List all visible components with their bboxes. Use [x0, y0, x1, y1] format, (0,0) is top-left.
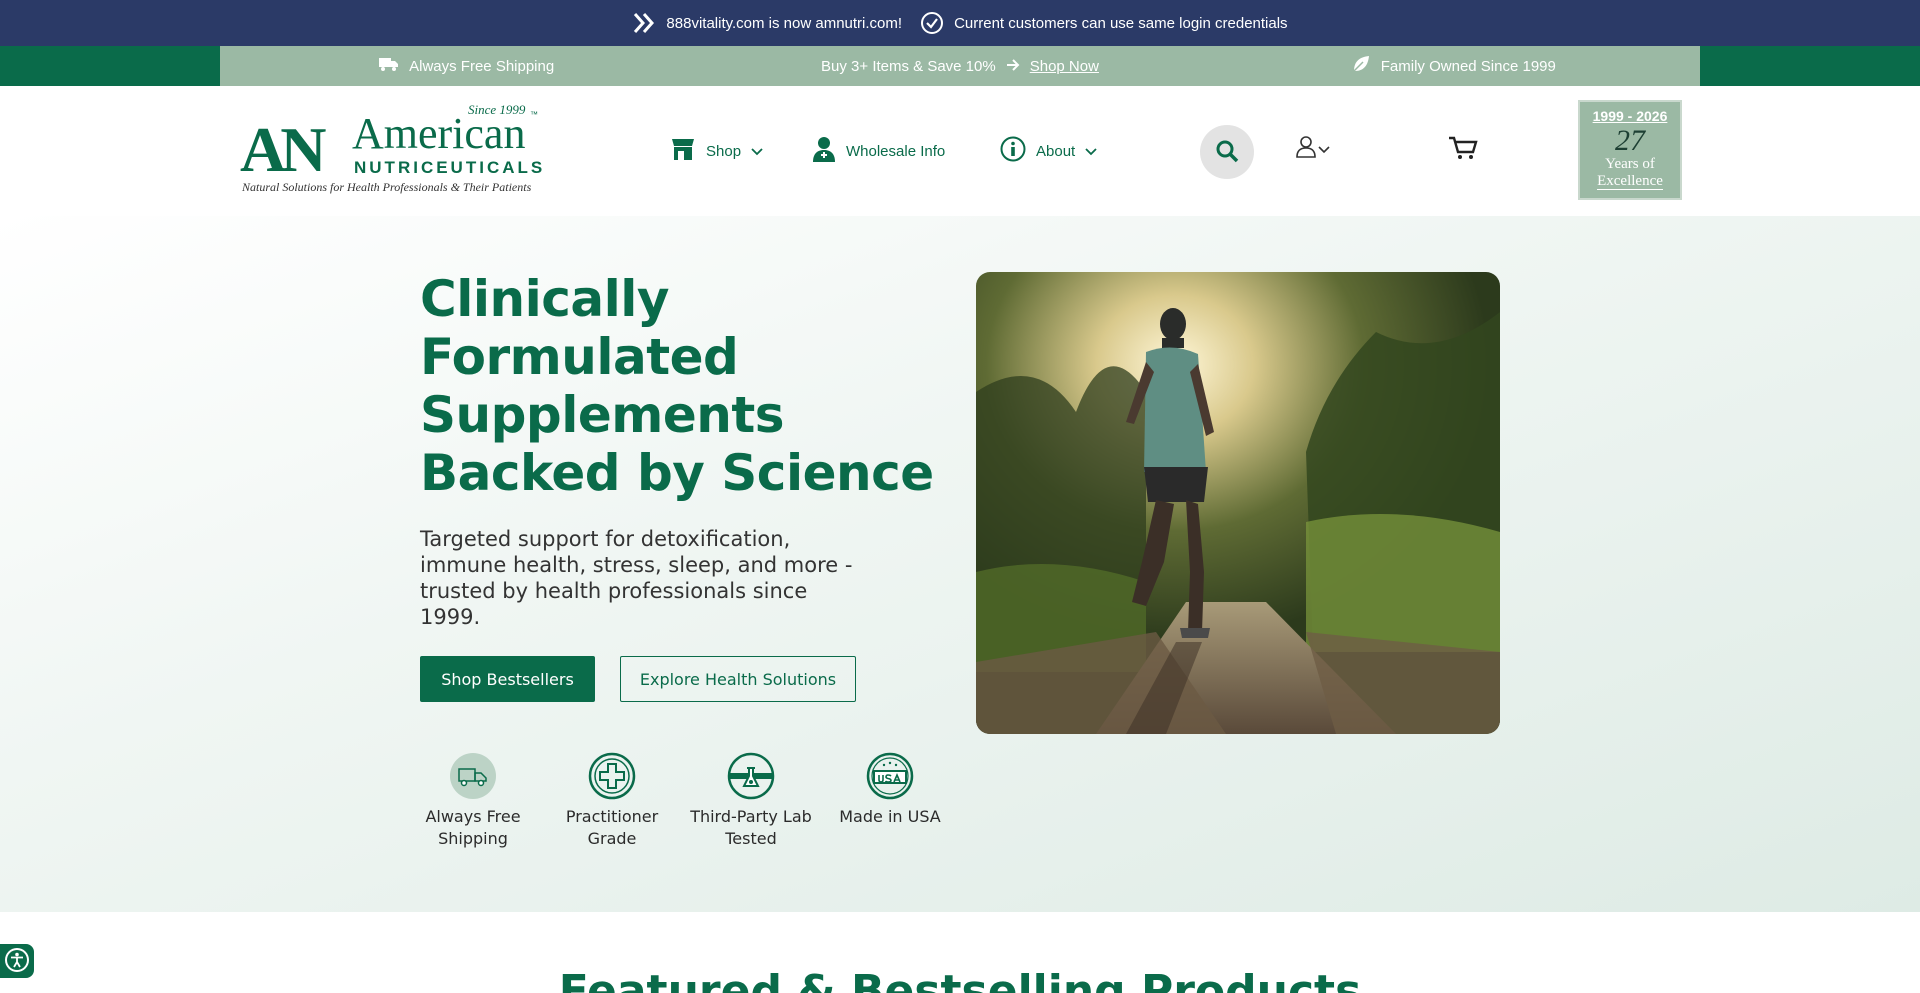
- cart-icon: [1448, 136, 1478, 164]
- info-icon: [1000, 136, 1026, 166]
- medical-cross-icon: [588, 752, 636, 800]
- hero-title: Clinically Formulated Supplements Backed…: [420, 270, 934, 502]
- made-in-usa-icon: [866, 752, 914, 800]
- promo-bar: Always Free Shipping Buy 3+ Items & Save…: [0, 46, 1920, 86]
- nav-wholesale-label: Wholesale Info: [846, 142, 946, 160]
- nav-shop[interactable]: Shop: [670, 86, 763, 216]
- feature-lab-tested: Third-Party Lab Tested: [686, 752, 816, 850]
- truck-icon: [449, 752, 497, 800]
- double-chevron-right-icon: [632, 12, 656, 34]
- promo-bar-inner: Always Free Shipping Buy 3+ Items & Save…: [220, 46, 1700, 86]
- chevron-down-icon: [751, 143, 763, 160]
- search-icon: [1215, 139, 1239, 166]
- doctor-icon: [812, 136, 836, 166]
- feature-made-in-usa: Made in USA: [825, 752, 955, 828]
- account-menu[interactable]: [1296, 136, 1330, 163]
- hero-section: Clinically Formulated Supplements Backed…: [0, 216, 1920, 912]
- feature-label: Practitioner Grade: [565, 807, 659, 848]
- badge-years-range: 1999 - 2026: [1592, 108, 1668, 124]
- check-circle-icon: [920, 11, 944, 35]
- feature-label: Always Free Shipping: [425, 807, 521, 848]
- announcement-bar: 888vitality.com is now amnutri.com! Curr…: [0, 0, 1920, 46]
- chevron-down-icon: [1318, 141, 1330, 159]
- accessibility-icon: [4, 947, 30, 976]
- store-icon: [670, 137, 696, 165]
- logo-since: Since 1999: [468, 102, 526, 117]
- featured-products-title: Featured & Bestselling Products: [558, 966, 1362, 993]
- hero-subtitle: Targeted support for detoxification, imm…: [420, 527, 853, 629]
- arrow-right-icon: [1006, 58, 1020, 75]
- shop-bestsellers-button[interactable]: Shop Bestsellers: [420, 656, 595, 702]
- nav-shop-label: Shop: [706, 142, 742, 160]
- feature-free-shipping: Always Free Shipping: [408, 752, 538, 850]
- promo-family: Family Owned Since 1999: [1207, 54, 1700, 78]
- leaf-icon: [1351, 54, 1371, 78]
- logo-tagline: Natural Solutions for Health Professiona…: [242, 180, 532, 194]
- site-logo[interactable]: AN American NUTRICEUTICALS Since 1999 ™ …: [240, 102, 542, 194]
- explore-health-solutions-button[interactable]: Explore Health Solutions: [620, 656, 856, 702]
- badge-count: 27: [1615, 124, 1645, 157]
- promo-deal: Buy 3+ Items & Save 10% Shop Now: [821, 57, 1099, 75]
- logo-tm: ™: [530, 110, 538, 119]
- badge-line1: Years of: [1605, 156, 1655, 172]
- anniversary-badge: 1999 - 2026 27 Years of Excellence: [1578, 100, 1682, 200]
- feature-practitioner-grade: Practitioner Grade: [547, 752, 677, 850]
- domain-notice: 888vitality.com is now amnutri.com!: [632, 12, 902, 34]
- nav-about-label: About: [1036, 142, 1076, 160]
- login-notice: Current customers can use same login cre…: [920, 11, 1288, 35]
- lab-tested-icon: [727, 752, 775, 800]
- chevron-down-icon: [1085, 143, 1097, 160]
- logo-american: American: [352, 109, 526, 158]
- feature-label: Made in USA: [839, 807, 941, 826]
- badge-line2: Excellence: [1597, 172, 1663, 190]
- feature-label: Third-Party Lab Tested: [690, 807, 812, 848]
- truck-icon: [379, 56, 399, 76]
- shop-now-link[interactable]: Shop Now: [1030, 58, 1099, 75]
- site-header: AN American NUTRICEUTICALS Since 1999 ™ …: [0, 86, 1920, 216]
- hero-image-runner: [976, 272, 1500, 734]
- nav-wholesale[interactable]: Wholesale Info: [812, 86, 945, 216]
- accessibility-button[interactable]: [0, 944, 34, 978]
- logo-mark: AN: [240, 114, 326, 185]
- user-icon: [1296, 136, 1316, 163]
- cart-button[interactable]: [1448, 136, 1478, 165]
- nav-about[interactable]: About: [1000, 86, 1097, 216]
- logo-nutriceuticals: NUTRICEUTICALS: [354, 158, 546, 177]
- search-button[interactable]: [1200, 125, 1254, 179]
- promo-shipping: Always Free Shipping: [220, 56, 713, 76]
